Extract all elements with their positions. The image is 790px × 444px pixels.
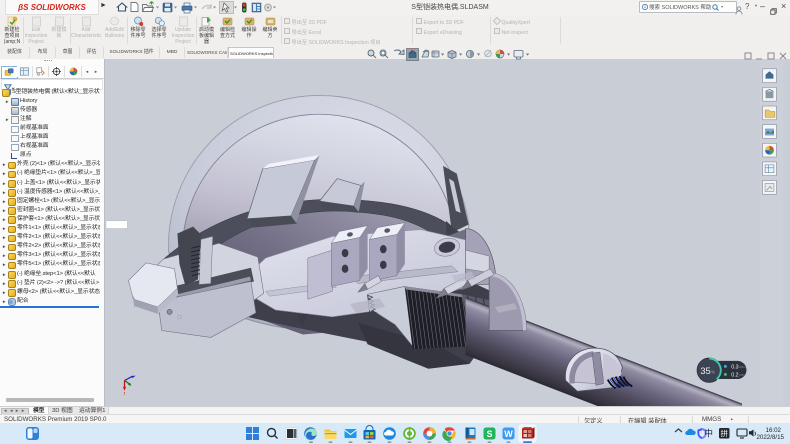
svg-text:KB/s: KB/s <box>739 373 746 377</box>
svg-text:16:02: 16:02 <box>766 427 782 434</box>
svg-text:0.2: 0.2 <box>731 372 738 378</box>
svg-text:KB/s: KB/s <box>739 365 746 369</box>
svg-text:0.3: 0.3 <box>731 364 738 370</box>
svg-text:S: S <box>486 429 492 439</box>
svg-text:中: 中 <box>704 428 713 439</box>
svg-text:2022/8/15: 2022/8/15 <box>756 434 784 441</box>
svg-text:35: 35 <box>700 366 710 376</box>
svg-text:W: W <box>504 429 513 439</box>
svg-text:拼: 拼 <box>720 428 728 438</box>
svg-text:%: % <box>711 370 715 375</box>
